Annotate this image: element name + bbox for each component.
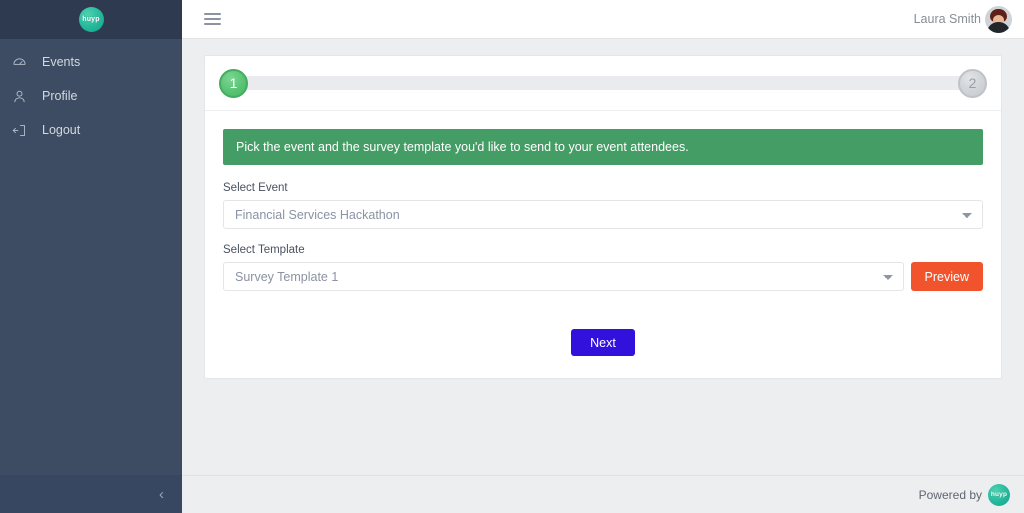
hamburger-bar	[204, 23, 221, 25]
app-root: huyp Events Profile Logout ‹ Laura Smith…	[0, 0, 1024, 513]
topbar: Laura Smith	[182, 0, 1024, 39]
select-event-row: Financial Services Hackathon	[223, 200, 983, 229]
select-event-input[interactable]: Financial Services Hackathon	[223, 200, 983, 229]
sidebar-brand[interactable]: huyp	[0, 0, 182, 39]
hamburger-menu-icon[interactable]	[204, 13, 221, 25]
dashboard-gauge-icon	[12, 55, 36, 70]
step-indicator-2[interactable]: 2	[958, 68, 987, 98]
sidebar-item-logout[interactable]: Logout	[0, 113, 182, 147]
user-name-label: Laura Smith	[913, 12, 981, 26]
select-template-row: Survey Template 1 Preview	[223, 262, 983, 291]
footer: Powered by huyp	[182, 475, 1024, 513]
sidebar: huyp Events Profile Logout ‹	[0, 0, 182, 513]
avatar	[985, 5, 1012, 33]
select-template-group: Select Template Survey Template 1 Previe…	[223, 244, 983, 291]
select-event-label: Select Event	[223, 182, 288, 194]
select-template-label: Select Template	[223, 244, 305, 256]
preview-button[interactable]: Preview	[910, 262, 983, 291]
info-alert-banner: Pick the event and the survey template y…	[223, 129, 983, 165]
sidebar-item-profile[interactable]: Profile	[0, 79, 182, 113]
step-number: 1	[229, 75, 238, 91]
logout-icon	[12, 123, 36, 138]
step-indicator-1[interactable]: 1	[219, 68, 248, 98]
user-menu[interactable]: Laura Smith	[913, 5, 1012, 33]
brand-logo-text: huyp	[82, 16, 100, 23]
chevron-left-icon: ‹	[159, 485, 164, 503]
sidebar-item-label: Events	[42, 55, 81, 69]
footer-logo-icon: huyp	[988, 483, 1010, 506]
footer-logo-text: huyp	[990, 491, 1008, 498]
avatar-body	[987, 21, 1010, 33]
brand-logo-icon: huyp	[78, 7, 104, 32]
step-number: 2	[968, 75, 977, 91]
sidebar-item-events[interactable]: Events	[0, 45, 182, 79]
sidebar-item-label: Profile	[42, 89, 78, 103]
powered-by: Powered by huyp	[918, 483, 1010, 506]
sidebar-collapse-button[interactable]: ‹	[0, 475, 182, 513]
hamburger-bar	[204, 13, 221, 15]
wizard-card: 1 2 Pick the event and the survey templa…	[204, 55, 1002, 379]
wizard-card-body: Pick the event and the survey template y…	[205, 111, 1001, 378]
select-event-group: Select Event Financial Services Hackatho…	[223, 182, 983, 229]
powered-by-label: Powered by	[918, 487, 982, 502]
select-template-input[interactable]: Survey Template 1	[223, 262, 904, 291]
hamburger-bar	[204, 18, 221, 20]
next-button[interactable]: Next	[571, 329, 635, 356]
main-content: 1 2 Pick the event and the survey templa…	[182, 39, 1024, 475]
sidebar-item-label: Logout	[42, 123, 81, 137]
sidebar-nav: Events Profile Logout	[0, 39, 182, 475]
user-icon	[12, 89, 36, 104]
wizard-actions: Next	[223, 329, 983, 356]
content-wrapper: Laura Smith 1 2 Pick the event and the s…	[182, 0, 1024, 513]
progress-bar-track	[237, 76, 969, 90]
wizard-stepper: 1 2	[205, 56, 1001, 111]
